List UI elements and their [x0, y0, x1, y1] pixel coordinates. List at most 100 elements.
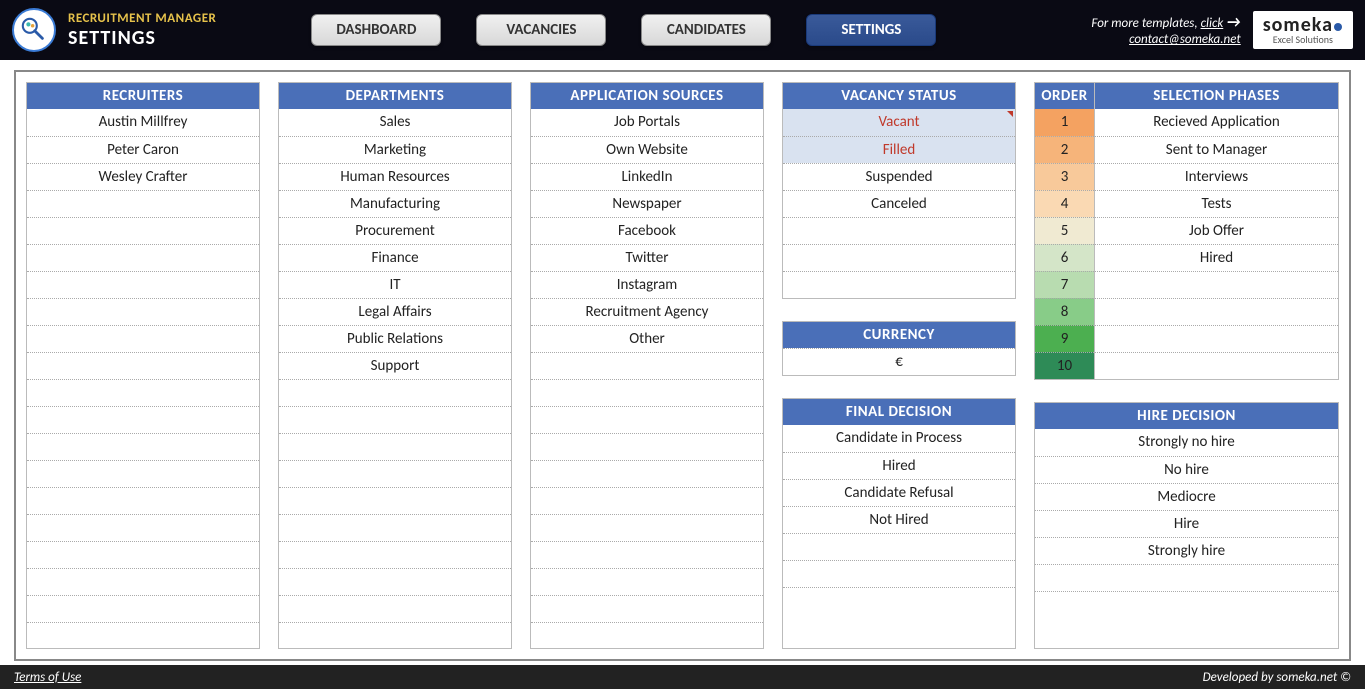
final-decision-row[interactable] — [783, 533, 1015, 560]
phase-row[interactable] — [1095, 352, 1338, 379]
recruiter-row[interactable] — [27, 190, 259, 217]
recruiter-row[interactable] — [27, 433, 259, 460]
department-row[interactable]: Procurement — [279, 217, 511, 244]
final-decision-row[interactable]: Not Hired — [783, 506, 1015, 533]
phase-row[interactable]: Job Offer — [1095, 217, 1338, 244]
vacancy-row[interactable]: Canceled — [783, 190, 1015, 217]
department-row[interactable] — [279, 379, 511, 406]
hire-decision-row[interactable] — [1035, 591, 1338, 618]
hire-decision-row[interactable]: Strongly no hire — [1035, 429, 1338, 456]
department-row[interactable] — [279, 460, 511, 487]
recruiter-row[interactable] — [27, 352, 259, 379]
department-row[interactable]: IT — [279, 271, 511, 298]
hire-decision-row[interactable] — [1035, 564, 1338, 591]
recruiter-row[interactable] — [27, 568, 259, 595]
department-row[interactable] — [279, 568, 511, 595]
source-row[interactable]: Own Website — [531, 136, 763, 163]
phase-row[interactable]: Sent to Manager — [1095, 136, 1338, 163]
phase-row[interactable]: Interviews — [1095, 163, 1338, 190]
department-row[interactable] — [279, 595, 511, 622]
department-row[interactable]: Human Resources — [279, 163, 511, 190]
source-row[interactable] — [531, 541, 763, 568]
source-row[interactable] — [531, 406, 763, 433]
recruiter-row[interactable] — [27, 325, 259, 352]
source-row[interactable] — [531, 514, 763, 541]
department-row[interactable]: Sales — [279, 109, 511, 136]
recruiter-row[interactable] — [27, 406, 259, 433]
recruiter-row[interactable] — [27, 487, 259, 514]
recruiter-row[interactable]: Wesley Crafter — [27, 163, 259, 190]
department-row[interactable]: Public Relations — [279, 325, 511, 352]
recruiter-row[interactable] — [27, 298, 259, 325]
phase-row[interactable] — [1095, 298, 1338, 325]
department-row[interactable] — [279, 541, 511, 568]
department-row[interactable]: Support — [279, 352, 511, 379]
recruiter-row[interactable] — [27, 271, 259, 298]
recruiter-row[interactable] — [27, 217, 259, 244]
department-row[interactable]: Marketing — [279, 136, 511, 163]
source-row[interactable] — [531, 433, 763, 460]
click-link[interactable]: click — [1201, 16, 1224, 31]
department-row[interactable] — [279, 406, 511, 433]
final-decision-row[interactable]: Candidate Refusal — [783, 479, 1015, 506]
someka-logo[interactable]: someka Excel Solutions — [1253, 11, 1353, 49]
vacancy-row[interactable]: Filled — [783, 136, 1015, 163]
department-row[interactable] — [279, 433, 511, 460]
vacancy-row[interactable]: Suspended — [783, 163, 1015, 190]
recruiter-row[interactable]: Peter Caron — [27, 136, 259, 163]
recruiter-row[interactable] — [27, 595, 259, 622]
source-row[interactable]: Other — [531, 325, 763, 352]
terms-link[interactable]: Terms of Use — [14, 670, 81, 685]
department-row[interactable] — [279, 622, 511, 649]
hire-decision-row[interactable]: Hire — [1035, 510, 1338, 537]
phase-row[interactable]: Recieved Application — [1095, 109, 1338, 136]
final-decision-row[interactable] — [783, 587, 1015, 614]
source-row[interactable] — [531, 622, 763, 649]
nav-dashboard[interactable]: DASHBOARD — [311, 14, 441, 46]
recruiter-row[interactable]: Austin Millfrey — [27, 109, 259, 136]
hire-decision-row[interactable]: Strongly hire — [1035, 537, 1338, 564]
source-row[interactable] — [531, 379, 763, 406]
source-row[interactable] — [531, 352, 763, 379]
source-row[interactable] — [531, 568, 763, 595]
vacancy-row[interactable]: Vacant — [783, 109, 1015, 136]
recruiter-row[interactable] — [27, 622, 259, 649]
source-row[interactable]: Twitter — [531, 244, 763, 271]
nav-candidates[interactable]: CANDIDATES — [641, 14, 771, 46]
source-row[interactable]: Job Portals — [531, 109, 763, 136]
hire-decision-row[interactable]: No hire — [1035, 456, 1338, 483]
source-row[interactable]: Instagram — [531, 271, 763, 298]
source-row[interactable] — [531, 595, 763, 622]
recruiter-row[interactable] — [27, 514, 259, 541]
contact-link[interactable]: contact@someka.net — [1129, 32, 1241, 47]
final-decision-row[interactable]: Candidate in Process — [783, 425, 1015, 452]
vacancy-row[interactable] — [783, 271, 1015, 298]
final-decision-row[interactable]: Hired — [783, 452, 1015, 479]
source-row[interactable]: Recruitment Agency — [531, 298, 763, 325]
phase-row[interactable] — [1095, 271, 1338, 298]
nav-vacancies[interactable]: VACANCIES — [476, 14, 606, 46]
phase-row[interactable] — [1095, 325, 1338, 352]
phase-row[interactable]: Tests — [1095, 190, 1338, 217]
vacancy-row[interactable] — [783, 244, 1015, 271]
nav-settings[interactable]: SETTINGS — [806, 14, 936, 46]
source-row[interactable] — [531, 460, 763, 487]
source-row[interactable]: Newspaper — [531, 190, 763, 217]
department-row[interactable] — [279, 487, 511, 514]
department-row[interactable]: Finance — [279, 244, 511, 271]
recruiter-row[interactable] — [27, 244, 259, 271]
currency-value[interactable]: € — [783, 348, 1015, 375]
final-decision-row[interactable] — [783, 560, 1015, 587]
vacancy-row[interactable] — [783, 217, 1015, 244]
department-row[interactable]: Legal Affairs — [279, 298, 511, 325]
department-row[interactable] — [279, 514, 511, 541]
source-row[interactable]: Facebook — [531, 217, 763, 244]
recruiter-row[interactable] — [27, 541, 259, 568]
hire-decision-row[interactable]: Mediocre — [1035, 483, 1338, 510]
department-row[interactable]: Manufacturing — [279, 190, 511, 217]
recruiter-row[interactable] — [27, 460, 259, 487]
phase-row[interactable]: Hired — [1095, 244, 1338, 271]
source-row[interactable] — [531, 487, 763, 514]
source-row[interactable]: LinkedIn — [531, 163, 763, 190]
recruiter-row[interactable] — [27, 379, 259, 406]
